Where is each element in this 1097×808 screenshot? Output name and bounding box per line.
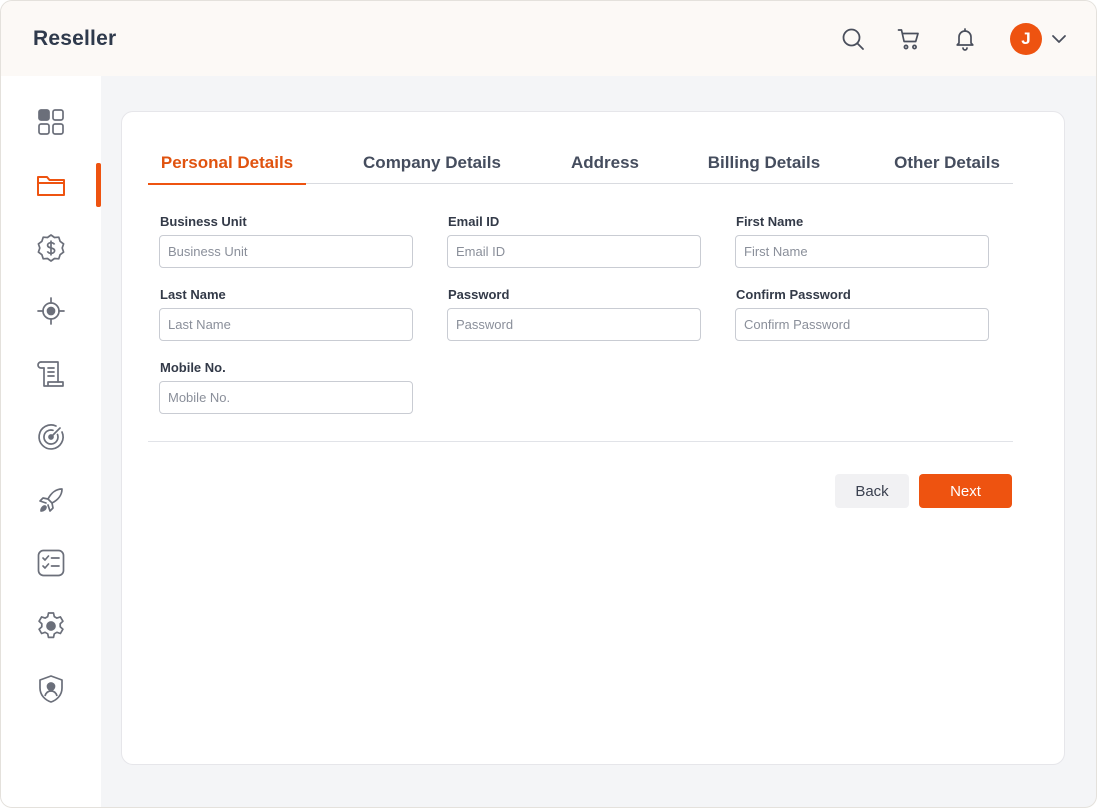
dollar-badge-icon: [37, 234, 65, 262]
mobile-no-input[interactable]: [159, 381, 413, 414]
shield-user-icon: [39, 675, 63, 703]
business-unit-label: Business Unit: [160, 214, 247, 229]
business-unit-field-group: Business Unit: [159, 214, 413, 268]
mobile-no-label: Mobile No.: [160, 360, 226, 375]
user-menu[interactable]: J: [1010, 22, 1068, 55]
sidebar-item-folder[interactable]: [1, 163, 101, 207]
next-button[interactable]: Next: [919, 474, 1012, 508]
form-divider: [148, 441, 1013, 442]
password-field-group: Password: [447, 287, 701, 341]
password-label: Password: [448, 287, 510, 302]
gauge-icon: [38, 424, 64, 450]
dashboard-icon: [38, 109, 64, 135]
sidebar-item-security[interactable]: [1, 667, 101, 711]
email-id-field-group: Email ID: [447, 214, 701, 268]
back-button[interactable]: Back: [835, 474, 909, 508]
form-card: Personal Details Company Details Address…: [121, 111, 1065, 765]
mobile-no-field-group: Mobile No.: [159, 360, 413, 414]
target-icon: [37, 297, 65, 325]
sidebar-item-gauge[interactable]: [1, 415, 101, 459]
sidebar-item-scroll[interactable]: [1, 352, 101, 396]
tab-personal-details[interactable]: Personal Details: [148, 142, 306, 185]
sidebar: [1, 76, 101, 807]
chevron-down-icon[interactable]: [1050, 30, 1068, 48]
confirm-password-field-group: Confirm Password: [735, 287, 989, 341]
sidebar-item-tasks[interactable]: [1, 541, 101, 585]
email-id-label: Email ID: [448, 214, 500, 229]
cart-icon[interactable]: [896, 26, 922, 52]
tab-bar: Personal Details Company Details Address…: [148, 142, 1013, 185]
sidebar-item-launch[interactable]: [1, 478, 101, 522]
sidebar-item-dashboard[interactable]: [1, 100, 101, 144]
last-name-input[interactable]: [159, 308, 413, 341]
first-name-input[interactable]: [735, 235, 989, 268]
last-name-label: Last Name: [160, 287, 226, 302]
app-title: Reseller: [33, 26, 117, 50]
top-actions: J: [840, 1, 1068, 76]
bell-icon[interactable]: [952, 26, 978, 52]
rocket-icon: [39, 488, 63, 512]
tab-billing-details[interactable]: Billing Details: [698, 142, 830, 183]
last-name-field-group: Last Name: [159, 287, 413, 341]
avatar[interactable]: J: [1010, 22, 1042, 55]
search-icon[interactable]: [840, 26, 866, 52]
first-name-field-group: First Name: [735, 214, 989, 268]
confirm-password-label: Confirm Password: [736, 287, 851, 302]
tab-other-details[interactable]: Other Details: [881, 142, 1013, 183]
app-window: Reseller J Personal Details Company Deta…: [0, 0, 1097, 808]
tab-company-details[interactable]: Company Details: [350, 142, 514, 183]
confirm-password-input[interactable]: [735, 308, 989, 341]
gear-icon: [38, 612, 64, 639]
folder-icon: [37, 176, 65, 196]
business-unit-input[interactable]: [159, 235, 413, 268]
sidebar-item-target[interactable]: [1, 289, 101, 333]
password-input[interactable]: [447, 308, 701, 341]
top-bar: Reseller J: [1, 1, 1096, 76]
checklist-icon: [37, 549, 65, 577]
email-id-input[interactable]: [447, 235, 701, 268]
sidebar-item-settings[interactable]: [1, 604, 101, 648]
scroll-icon: [37, 361, 64, 387]
tab-address[interactable]: Address: [562, 142, 648, 183]
sidebar-item-payments[interactable]: [1, 226, 101, 270]
first-name-label: First Name: [736, 214, 804, 229]
